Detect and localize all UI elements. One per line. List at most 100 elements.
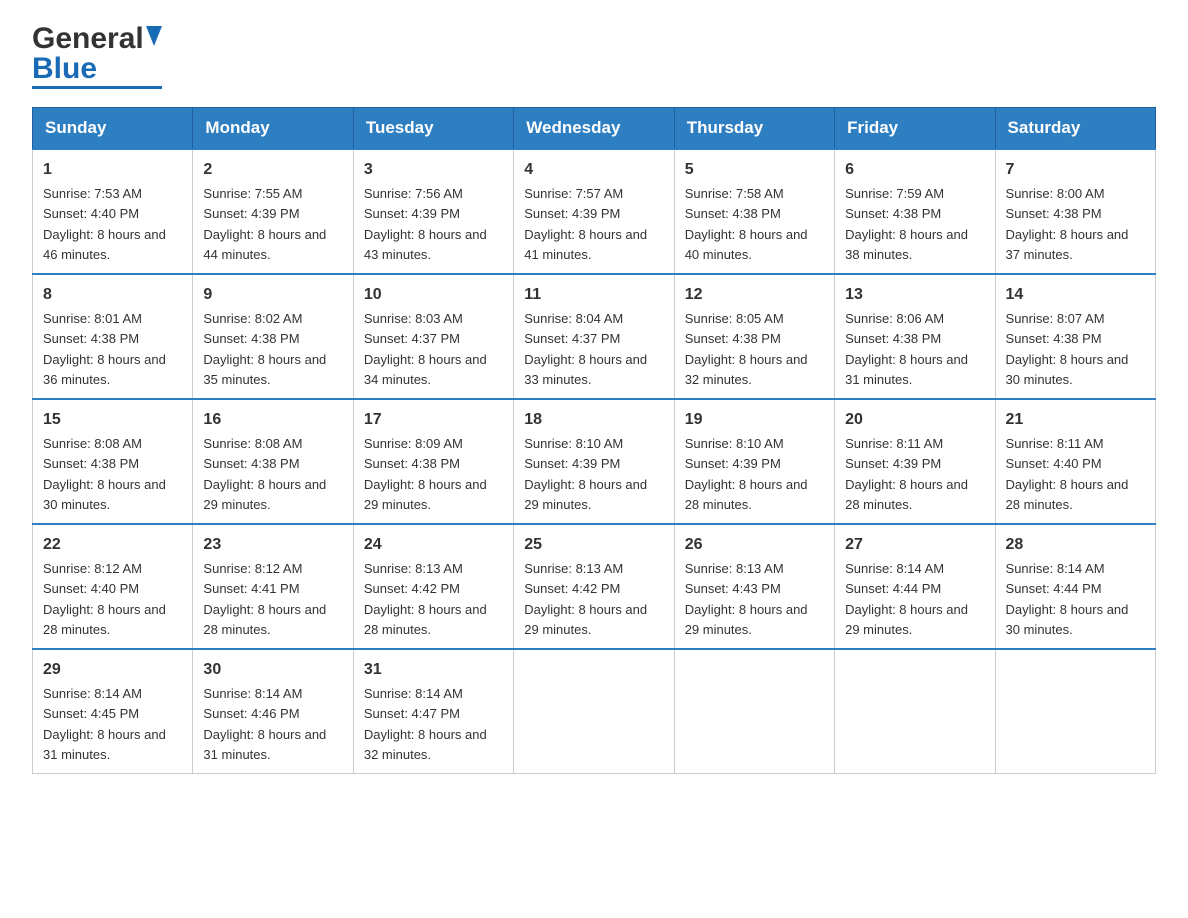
day-info: Sunrise: 8:07 AMSunset: 4:38 PMDaylight:…: [1006, 311, 1129, 387]
calendar-cell: 17Sunrise: 8:09 AMSunset: 4:38 PMDayligh…: [353, 399, 513, 524]
calendar-cell: 20 Sunrise: 8:11 AMSunset: 4:39 PMDayligh…: [835, 399, 995, 524]
day-info: Sunrise: 8:14 AMSunset: 4:44 PMDaylight:…: [1006, 561, 1129, 637]
day-info: Sunrise: 8:10 AMSunset: 4:39 PMDaylight:…: [685, 436, 808, 512]
calendar-cell: 8 Sunrise: 8:01 AMSunset: 4:38 PMDaylight…: [33, 274, 193, 399]
day-number: 17: [364, 408, 503, 432]
day-number: 18: [524, 408, 663, 432]
day-number: 24: [364, 533, 503, 557]
day-info: Sunrise: 8:05 AMSunset: 4:38 PMDaylight:…: [685, 311, 808, 387]
day-info: Sunrise: 8:13 AMSunset: 4:43 PMDaylight:…: [685, 561, 808, 637]
day-number: 12: [685, 283, 824, 307]
day-number: 22: [43, 533, 182, 557]
calendar-cell: 29Sunrise: 8:14 AMSunset: 4:45 PMDayligh…: [33, 649, 193, 774]
calendar-cell: [835, 649, 995, 774]
calendar-cell: 6 Sunrise: 7:59 AMSunset: 4:38 PMDaylight…: [835, 149, 995, 274]
calendar-table: SundayMondayTuesdayWednesdayThursdayFrid…: [32, 107, 1156, 774]
day-info: Sunrise: 7:56 AMSunset: 4:39 PMDaylight:…: [364, 186, 487, 262]
day-info: Sunrise: 8:00 AMSunset: 4:38 PMDaylight:…: [1006, 186, 1129, 262]
day-info: Sunrise: 7:58 AMSunset: 4:38 PMDaylight:…: [685, 186, 808, 262]
calendar-cell: 5 Sunrise: 7:58 AMSunset: 4:38 PMDaylight…: [674, 149, 834, 274]
weekday-header-friday: Friday: [835, 108, 995, 150]
day-info: Sunrise: 8:13 AMSunset: 4:42 PMDaylight:…: [524, 561, 647, 637]
day-info: Sunrise: 8:01 AMSunset: 4:38 PMDaylight:…: [43, 311, 166, 387]
calendar-cell: 10 Sunrise: 8:03 AMSunset: 4:37 PMDayligh…: [353, 274, 513, 399]
day-number: 31: [364, 658, 503, 682]
day-number: 15: [43, 408, 182, 432]
calendar-cell: 12 Sunrise: 8:05 AMSunset: 4:38 PMDayligh…: [674, 274, 834, 399]
logo-brand: General: [32, 24, 162, 54]
day-number: 16: [203, 408, 342, 432]
day-info: Sunrise: 8:13 AMSunset: 4:42 PMDaylight:…: [364, 561, 487, 637]
calendar-cell: [674, 649, 834, 774]
day-number: 19: [685, 408, 824, 432]
day-info: Sunrise: 8:12 AMSunset: 4:41 PMDaylight:…: [203, 561, 326, 637]
day-info: Sunrise: 7:55 AMSunset: 4:39 PMDaylight:…: [203, 186, 326, 262]
calendar-cell: 7Sunrise: 8:00 AMSunset: 4:38 PMDaylight…: [995, 149, 1155, 274]
logo-blue-text: Blue: [32, 52, 97, 85]
calendar-cell: 9Sunrise: 8:02 AMSunset: 4:38 PMDaylight…: [193, 274, 353, 399]
weekday-header-monday: Monday: [193, 108, 353, 150]
calendar-cell: 26 Sunrise: 8:13 AMSunset: 4:43 PMDayligh…: [674, 524, 834, 649]
day-number: 27: [845, 533, 984, 557]
day-info: Sunrise: 8:14 AMSunset: 4:44 PMDaylight:…: [845, 561, 968, 637]
weekday-header-sunday: Sunday: [33, 108, 193, 150]
day-number: 10: [364, 283, 503, 307]
logo: General Blue: [32, 24, 162, 89]
day-number: 26: [685, 533, 824, 557]
day-info: Sunrise: 7:59 AMSunset: 4:38 PMDaylight:…: [845, 186, 968, 262]
day-number: 13: [845, 283, 984, 307]
calendar-cell: 4 Sunrise: 7:57 AMSunset: 4:39 PMDaylight…: [514, 149, 674, 274]
day-info: Sunrise: 7:53 AMSunset: 4:40 PMDaylight:…: [43, 186, 166, 262]
calendar-cell: 25 Sunrise: 8:13 AMSunset: 4:42 PMDayligh…: [514, 524, 674, 649]
day-number: 2: [203, 158, 342, 182]
day-info: Sunrise: 8:06 AMSunset: 4:38 PMDaylight:…: [845, 311, 968, 387]
week-row-2: 8 Sunrise: 8:01 AMSunset: 4:38 PMDaylight…: [33, 274, 1156, 399]
calendar-cell: 28 Sunrise: 8:14 AMSunset: 4:44 PMDayligh…: [995, 524, 1155, 649]
calendar-cell: 14 Sunrise: 8:07 AMSunset: 4:38 PMDayligh…: [995, 274, 1155, 399]
weekday-header-wednesday: Wednesday: [514, 108, 674, 150]
calendar-cell: 30Sunrise: 8:14 AMSunset: 4:46 PMDayligh…: [193, 649, 353, 774]
day-info: Sunrise: 8:04 AMSunset: 4:37 PMDaylight:…: [524, 311, 647, 387]
day-number: 8: [43, 283, 182, 307]
calendar-cell: 22 Sunrise: 8:12 AMSunset: 4:40 PMDayligh…: [33, 524, 193, 649]
day-number: 5: [685, 158, 824, 182]
weekday-header-saturday: Saturday: [995, 108, 1155, 150]
week-row-4: 22 Sunrise: 8:12 AMSunset: 4:40 PMDayligh…: [33, 524, 1156, 649]
day-number: 30: [203, 658, 342, 682]
logo-blue-row: Blue: [32, 54, 162, 89]
calendar-cell: 27 Sunrise: 8:14 AMSunset: 4:44 PMDayligh…: [835, 524, 995, 649]
day-number: 4: [524, 158, 663, 182]
day-info: Sunrise: 8:02 AMSunset: 4:38 PMDaylight:…: [203, 311, 326, 387]
day-info: Sunrise: 8:14 AMSunset: 4:47 PMDaylight:…: [364, 686, 487, 762]
week-row-5: 29Sunrise: 8:14 AMSunset: 4:45 PMDayligh…: [33, 649, 1156, 774]
day-number: 21: [1006, 408, 1145, 432]
day-info: Sunrise: 7:57 AMSunset: 4:39 PMDaylight:…: [524, 186, 647, 262]
calendar-cell: [995, 649, 1155, 774]
calendar-cell: 16 Sunrise: 8:08 AMSunset: 4:38 PMDayligh…: [193, 399, 353, 524]
weekday-header-tuesday: Tuesday: [353, 108, 513, 150]
day-number: 23: [203, 533, 342, 557]
day-number: 11: [524, 283, 663, 307]
calendar-cell: 3Sunrise: 7:56 AMSunset: 4:39 PMDaylight…: [353, 149, 513, 274]
week-row-3: 15 Sunrise: 8:08 AMSunset: 4:38 PMDayligh…: [33, 399, 1156, 524]
day-info: Sunrise: 8:11 AMSunset: 4:40 PMDaylight:…: [1006, 436, 1129, 512]
day-info: Sunrise: 8:03 AMSunset: 4:37 PMDaylight:…: [364, 311, 487, 387]
day-info: Sunrise: 8:08 AMSunset: 4:38 PMDaylight:…: [43, 436, 166, 512]
page-header: General Blue: [32, 24, 1156, 89]
calendar-cell: 31 Sunrise: 8:14 AMSunset: 4:47 PMDayligh…: [353, 649, 513, 774]
day-number: 20: [845, 408, 984, 432]
calendar-cell: 21 Sunrise: 8:11 AMSunset: 4:40 PMDayligh…: [995, 399, 1155, 524]
logo-triangle-icon: [146, 26, 162, 50]
calendar-cell: 24 Sunrise: 8:13 AMSunset: 4:42 PMDayligh…: [353, 524, 513, 649]
calendar-cell: 11 Sunrise: 8:04 AMSunset: 4:37 PMDayligh…: [514, 274, 674, 399]
day-number: 28: [1006, 533, 1145, 557]
day-info: Sunrise: 8:12 AMSunset: 4:40 PMDaylight:…: [43, 561, 166, 637]
day-number: 14: [1006, 283, 1145, 307]
day-info: Sunrise: 8:08 AMSunset: 4:38 PMDaylight:…: [203, 436, 326, 512]
calendar-cell: 2 Sunrise: 7:55 AMSunset: 4:39 PMDaylight…: [193, 149, 353, 274]
day-info: Sunrise: 8:11 AMSunset: 4:39 PMDaylight:…: [845, 436, 968, 512]
day-number: 25: [524, 533, 663, 557]
day-number: 6: [845, 158, 984, 182]
calendar-cell: 1Sunrise: 7:53 AMSunset: 4:40 PMDaylight…: [33, 149, 193, 274]
calendar-cell: 15 Sunrise: 8:08 AMSunset: 4:38 PMDayligh…: [33, 399, 193, 524]
